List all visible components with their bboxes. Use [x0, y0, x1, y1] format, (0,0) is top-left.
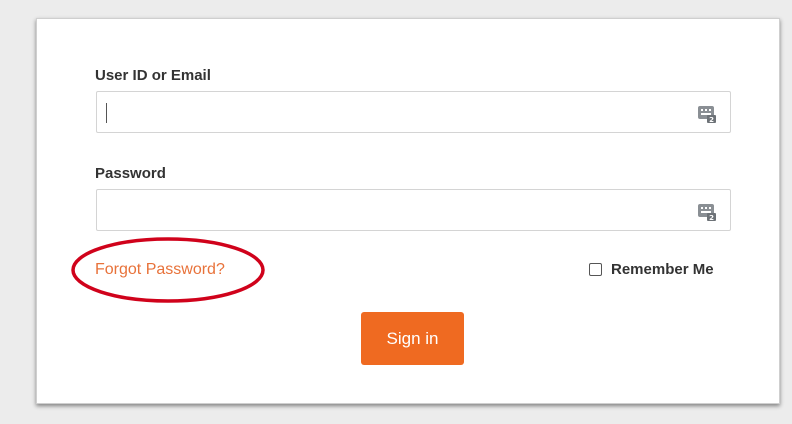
user-id-label: User ID or Email	[95, 67, 211, 84]
login-card: User ID or Email 2 Password 2 Forgot Pas…	[36, 18, 780, 404]
keyboard-icon[interactable]: 2	[697, 202, 717, 222]
checkbox-icon[interactable]	[589, 263, 602, 276]
keyboard-icon[interactable]: 2	[697, 104, 717, 124]
password-input[interactable]	[97, 190, 687, 230]
remember-me-toggle[interactable]: Remember Me	[589, 261, 714, 278]
sign-in-button[interactable]: Sign in	[361, 312, 464, 365]
text-caret	[106, 103, 107, 123]
svg-text:2: 2	[709, 116, 714, 124]
remember-me-label: Remember Me	[611, 261, 714, 278]
password-field[interactable]: 2	[96, 189, 731, 231]
user-id-input[interactable]	[97, 92, 687, 132]
password-label: Password	[95, 165, 166, 182]
forgot-password-link[interactable]: Forgot Password?	[95, 261, 225, 279]
user-id-field[interactable]: 2	[96, 91, 731, 133]
svg-text:2: 2	[709, 214, 714, 222]
